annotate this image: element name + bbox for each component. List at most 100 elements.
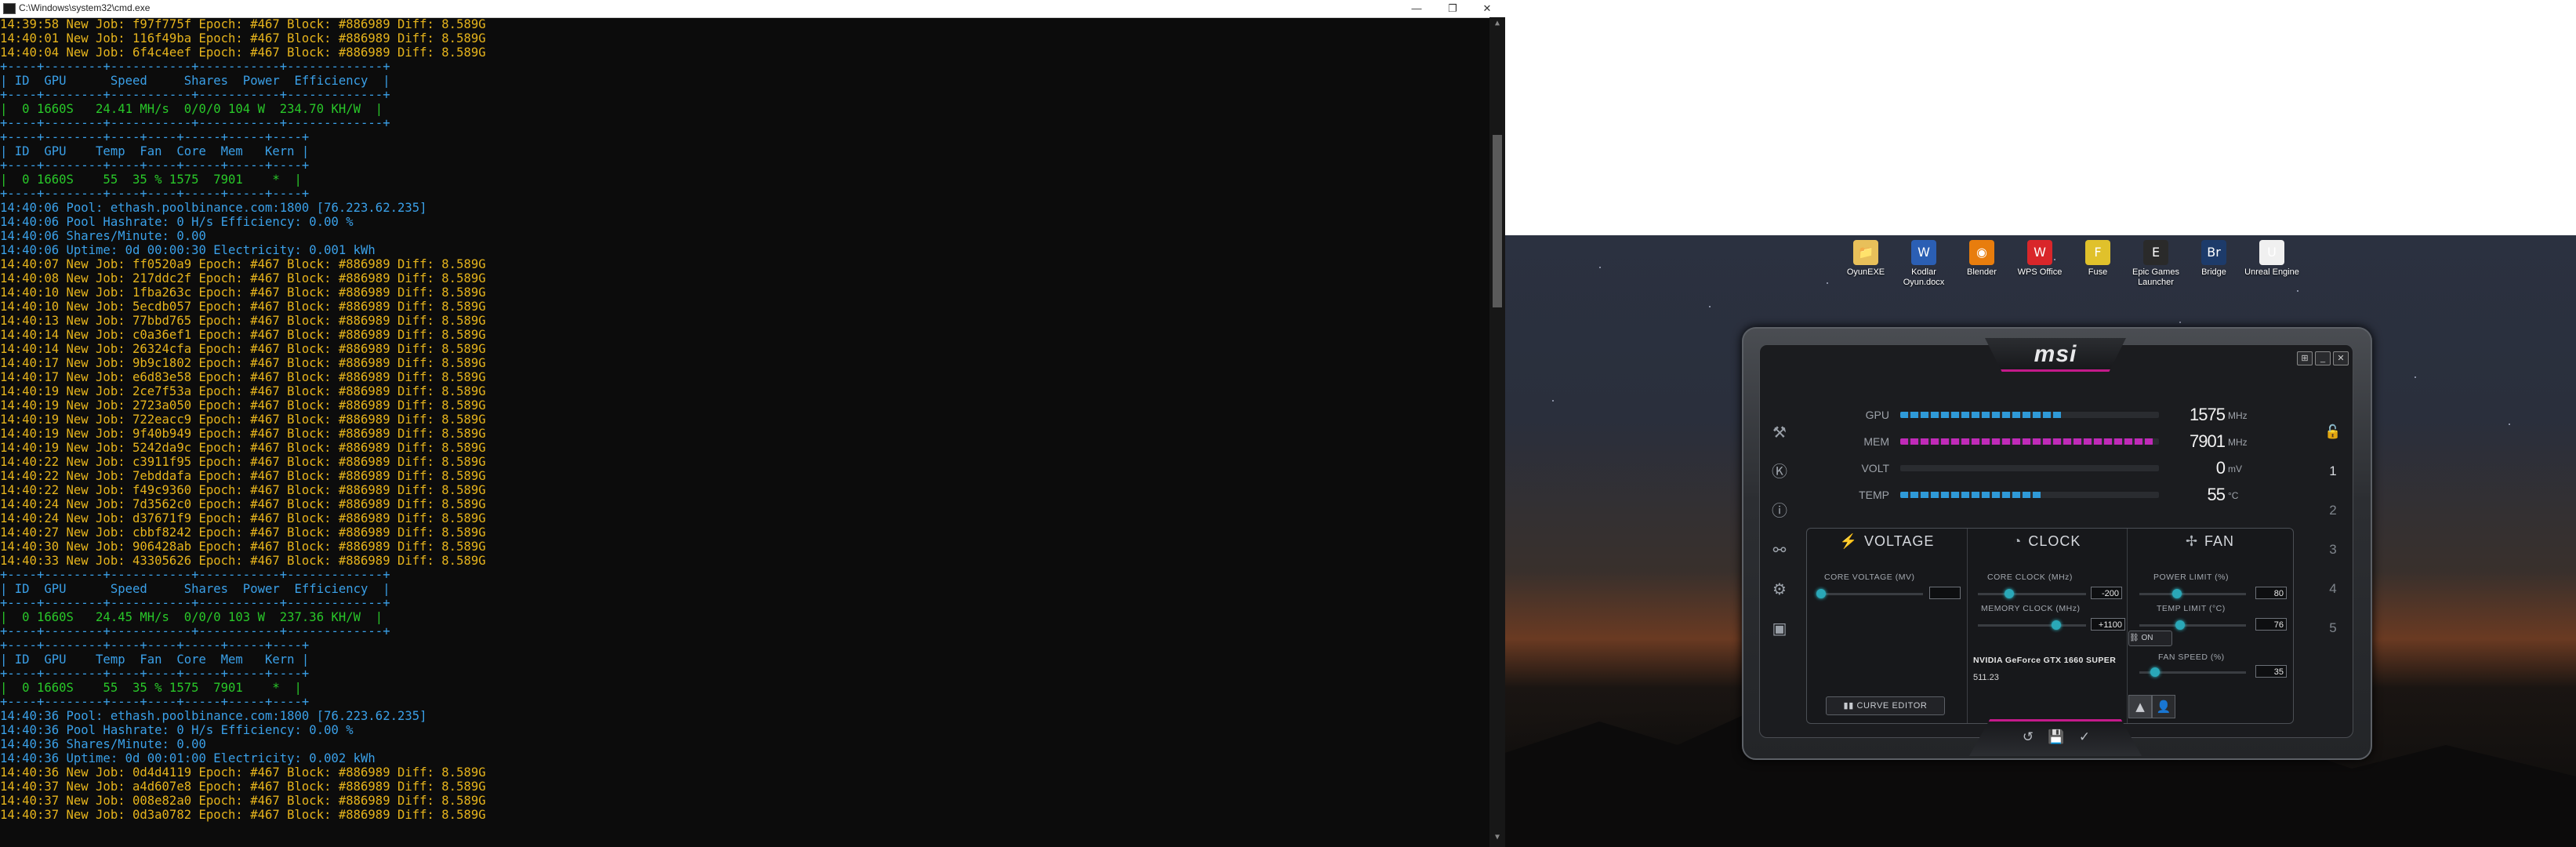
console-line: 14:40:36 Uptime: 0d 00:01:00 Electricity… [0, 751, 376, 765]
memory-clock-label: MEMORY CLOCK (MHz) [1981, 604, 2081, 613]
console-line: 14:40:06 Pool: ethash.poolbinance.com:18… [0, 201, 427, 215]
fan-speed-knob[interactable] [2150, 667, 2160, 677]
console-line: 14:40:17 New Job: 9b9c1802 Epoch: #467 B… [0, 356, 486, 370]
reset-icon[interactable]: ↺ [2018, 729, 2038, 748]
core-voltage-knob[interactable] [1816, 589, 1826, 598]
temp-limit-slider[interactable] [2139, 620, 2246, 630]
cmd-titlebar[interactable]: C:\Windows\system32\cmd.exe — ❐ ✕ [0, 0, 1505, 18]
core-clock-value[interactable]: -200 [2091, 587, 2122, 599]
power-limit-value[interactable]: 80 [2255, 587, 2287, 599]
memory-clock-slider[interactable] [1978, 620, 2086, 630]
maximize-button[interactable]: ❐ [1435, 0, 1471, 17]
console-line: 14:40:10 New Job: 1fba263c Epoch: #467 B… [0, 285, 486, 300]
memory-clock-knob[interactable] [2052, 620, 2061, 630]
desktop-icon-label: Fuse [2088, 267, 2108, 277]
monitor-unit: mV [2228, 463, 2242, 474]
settings-window-button[interactable]: ⊞ [2297, 351, 2313, 365]
msi-afterburner-window[interactable]: msi ⊞ _ ✕ ⚒ Ⓚ ⓘ ⚯ ⚙ ▣ 🔓 1 2 3 4 5 GPU 1575 M… [1742, 327, 2372, 760]
console-line: 14:40:37 New Job: 0d3a0782 Epoch: #467 B… [0, 808, 486, 822]
core-voltage-slider[interactable] [1816, 589, 1923, 598]
scroll-down-icon[interactable]: ▼ [1489, 833, 1505, 845]
kodlar-icon: W [1911, 240, 1936, 265]
desktop-icon-epic[interactable]: E Epic Games Launcher [2126, 240, 2186, 288]
console-scrollbar[interactable]: ▲ ▼ [1489, 17, 1505, 847]
profile-4-button[interactable]: 4 [2322, 578, 2344, 600]
fan-speed-slider[interactable] [2139, 667, 2246, 677]
memory-clock-value[interactable]: +1100 [2091, 618, 2125, 631]
profile-3-button[interactable]: 3 [2322, 539, 2344, 561]
console-line: | ID GPU Speed Shares Power Efficiency | [0, 582, 390, 596]
fan-auto-button[interactable]: ▲ [2128, 695, 2152, 718]
monitor-label: MEM [1863, 435, 1889, 448]
desktop-icon-oyunexe[interactable]: 📁 OyunEXE [1836, 240, 1896, 278]
temp-limit-knob[interactable] [2175, 620, 2185, 630]
core-clock-slider[interactable] [1978, 589, 2086, 598]
desktop-icon-blender[interactable]: ◉ Blender [1952, 240, 2012, 278]
console-line: 14:40:37 New Job: 008e82a0 Epoch: #467 B… [0, 794, 486, 808]
console-line: 14:40:19 New Job: 722eacc9 Epoch: #467 B… [0, 413, 486, 427]
afterburner-window-controls: ⊞ _ ✕ [2295, 349, 2349, 365]
console-line: 14:40:36 Shares/Minute: 0.00 [0, 737, 206, 751]
console-line: 14:39:58 New Job: f97f775f Epoch: #467 B… [0, 17, 486, 31]
kombustor-icon[interactable]: ⚒ [1769, 421, 1791, 443]
monitor-unit: °C [2228, 490, 2239, 501]
profile-5-button[interactable]: 5 [2322, 617, 2344, 639]
scroll-thumb[interactable] [1493, 135, 1502, 307]
console-line: 14:40:37 New Job: a4d607e8 Epoch: #467 B… [0, 780, 486, 794]
info-icon[interactable]: ⓘ [1769, 500, 1791, 522]
desktop-icon-label: OyunEXE [1846, 267, 1885, 277]
wps-icon: W [2027, 240, 2052, 265]
desktop-icon-fuse[interactable]: F Fuse [2068, 240, 2128, 278]
monitor-label: GPU [1865, 409, 1889, 421]
core-clock-knob[interactable] [2005, 589, 2014, 598]
console-line: +----+--------+-----------+-----------+-… [0, 88, 390, 102]
power-limit-knob[interactable] [2172, 589, 2182, 598]
temp-limit-value[interactable]: 76 [2255, 618, 2287, 631]
save-icon[interactable]: 💾 [2046, 729, 2066, 748]
profile-2-button[interactable]: 2 [2322, 500, 2344, 522]
clock-title: ◔ CLOCK [2012, 533, 2081, 549]
k-boost-icon[interactable]: Ⓚ [1769, 460, 1791, 482]
cmd-window[interactable]: C:\Windows\system32\cmd.exe — ❐ ✕ 14:39:… [0, 0, 1505, 847]
ab-close-button[interactable]: ✕ [2333, 351, 2349, 365]
settings-gear-icon[interactable]: ⚙ [1769, 578, 1791, 600]
minimize-button[interactable]: — [1399, 0, 1435, 17]
ab-minimize-button[interactable]: _ [2315, 351, 2331, 365]
console-line: | 0 1660S 55 35 % 1575 7901 * | [0, 681, 302, 695]
profile-1-button[interactable]: 1 [2322, 460, 2344, 482]
console-line: 14:40:14 New Job: 26324cfa Epoch: #467 B… [0, 342, 486, 356]
core-voltage-value[interactable] [1929, 587, 1961, 599]
desktop-icon-kodlar[interactable]: W Kodlar Oyun.docx [1894, 240, 1954, 288]
monitor-row-mem: MEM 7901 MHz [1836, 429, 2275, 456]
desktop-icon-unreal[interactable]: U Unreal Engine [2242, 240, 2302, 278]
apply-check-icon[interactable]: ✓ [2074, 729, 2095, 748]
afterburner-footer: ↺ 💾 ✓ [1969, 719, 2142, 756]
monitor-row-volt: VOLT 0 mV [1836, 456, 2275, 482]
bars-icon: ▮▮ [1843, 701, 1857, 711]
scroll-up-icon[interactable]: ▲ [1489, 19, 1505, 31]
profile-toolbar: 🔓 1 2 3 4 5 [2322, 421, 2347, 656]
lock-icon[interactable]: 🔓 [2322, 421, 2344, 443]
console-output[interactable]: 14:39:58 New Job: f97f775f Epoch: #467 B… [0, 17, 1489, 847]
monitor-icon[interactable]: ▣ [1769, 617, 1791, 639]
oc-scanner-icon[interactable]: ⚯ [1769, 539, 1791, 561]
desktop-icon-wps[interactable]: W WPS Office [2010, 240, 2070, 278]
power-limit-slider[interactable] [2139, 589, 2246, 598]
curve-editor-button[interactable]: ▮▮ CURVE EDITOR [1826, 696, 1945, 715]
console-line: | 0 1660S 24.45 MH/s 0/0/0 103 W 237.36 … [0, 610, 383, 624]
console-line: | ID GPU Temp Fan Core Mem Kern | [0, 653, 310, 667]
left-toolbar: ⚒ Ⓚ ⓘ ⚯ ⚙ ▣ [1769, 421, 1794, 656]
clock-section: ◔ CLOCK CORE CLOCK (MHz) -200 MEMORY CLOC… [1967, 529, 2128, 723]
fan-speed-value[interactable]: 35 [2255, 665, 2287, 678]
console-line: 14:40:24 New Job: d37671f9 Epoch: #467 B… [0, 511, 486, 525]
console-line: +----+--------+-----------+-----------+-… [0, 596, 390, 610]
link-limits-toggle[interactable]: ⛓ ON [2128, 631, 2172, 646]
console-line: 14:40:19 New Job: 9f40b949 Epoch: #467 B… [0, 427, 486, 441]
user-fan-profile-icon[interactable]: 👤 [2152, 695, 2175, 718]
console-line: 14:40:06 Shares/Minute: 0.00 [0, 229, 206, 243]
close-button[interactable]: ✕ [1469, 0, 1505, 17]
blender-icon: ◉ [1969, 240, 1994, 265]
desktop-icon-bridge[interactable]: Br Bridge [2184, 240, 2244, 278]
console-line: 14:40:30 New Job: 906428ab Epoch: #467 B… [0, 540, 486, 554]
monitor-bar [1900, 438, 2159, 445]
